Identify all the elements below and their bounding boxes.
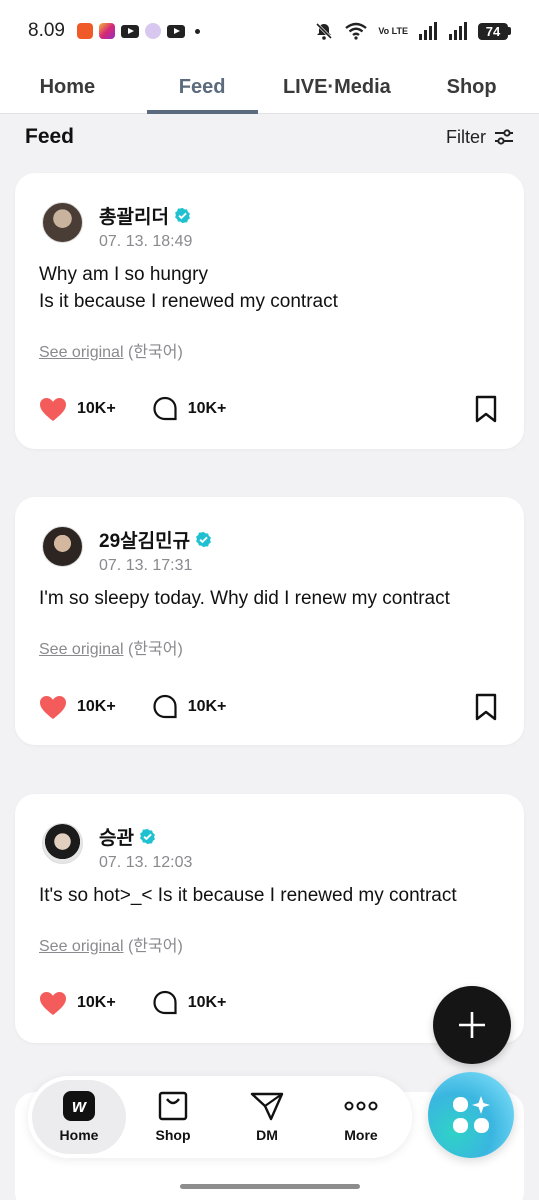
comment-bubble-icon [153, 990, 177, 1015]
see-original: See original (한국어) [39, 338, 183, 362]
see-original-link[interactable]: See original [39, 641, 124, 658]
bookmark-icon[interactable] [474, 395, 498, 423]
clock: 8.09 [28, 20, 65, 41]
youtube-icon [120, 24, 139, 38]
create-post-button[interactable] [433, 986, 511, 1064]
more-dots-icon [344, 1101, 378, 1111]
mute-bell-icon [316, 22, 333, 40]
shopping-app-icon [76, 23, 93, 39]
author-name[interactable]: 승관 [99, 823, 134, 850]
nav-dm[interactable]: DM [220, 1080, 314, 1154]
see-original: See original (한국어) [39, 635, 183, 659]
see-original: See original (한국어) [39, 932, 183, 956]
see-original-link[interactable]: See original [39, 938, 124, 955]
heart-icon [40, 991, 66, 1015]
nav-home-label: Home [59, 1127, 99, 1143]
post-date: 07. 13. 17:31 [99, 557, 193, 574]
nav-shop[interactable]: Shop [126, 1080, 220, 1154]
post-card[interactable]: 29살김민규 07. 13. 17:31 I'm so sleepy today… [15, 497, 524, 745]
assistant-button[interactable] [428, 1072, 514, 1158]
comment-count: 10K+ [187, 400, 227, 417]
tab-feed[interactable]: Feed [135, 62, 270, 114]
bookmark-icon[interactable] [474, 693, 498, 721]
battery-level: 74 [478, 22, 508, 40]
bottom-navigation: w Home Shop DM More [28, 1076, 412, 1158]
status-bar: 8.09 Vo LTE 74 [0, 0, 539, 62]
feed-header: Feed Filter [0, 114, 539, 160]
nav-dm-label: DM [256, 1127, 278, 1143]
sliders-icon [495, 129, 513, 145]
original-language: (한국어) [127, 344, 183, 361]
like-count: 10K+ [77, 994, 116, 1011]
author-name[interactable]: 29살김민규 [99, 526, 190, 553]
youtube-icon [166, 24, 185, 38]
comment-button[interactable]: 10K+ [152, 694, 227, 720]
see-original-link[interactable]: See original [39, 344, 124, 361]
verified-badge-icon [196, 531, 211, 548]
system-icons: Vo LTE 74 [314, 21, 511, 41]
post-text: I'm so sleepy today. Why did I renew my … [39, 588, 450, 609]
filter-button[interactable]: Filter [446, 127, 514, 148]
post-text: Why am I so hungry Is it because I renew… [39, 264, 338, 312]
like-button[interactable]: 10K+ [39, 397, 116, 422]
avatar[interactable] [42, 823, 83, 864]
instagram-icon [98, 23, 115, 39]
post-date: 07. 13. 12:03 [99, 854, 193, 871]
sparkle-grid-icon [453, 1096, 490, 1133]
verified-badge-icon [140, 828, 155, 845]
original-language: (한국어) [127, 641, 183, 658]
nav-more[interactable]: More [314, 1080, 408, 1154]
post-text: It's so hot>_< Is it because I renewed m… [39, 885, 457, 906]
battery-icon: 74 [478, 22, 511, 40]
cartoon-app-icon [144, 23, 161, 39]
nav-home[interactable]: w Home [32, 1080, 126, 1154]
avatar[interactable] [42, 202, 83, 243]
volte-label: Vo LTE [378, 25, 408, 36]
like-button[interactable]: 10K+ [39, 695, 116, 720]
signal-icon [419, 22, 437, 40]
comment-bubble-icon [153, 694, 177, 719]
post-date: 07. 13. 18:49 [99, 233, 193, 250]
original-language: (한국어) [127, 938, 183, 955]
nav-more-label: More [344, 1127, 378, 1143]
send-icon [250, 1092, 284, 1121]
notification-icons [76, 23, 200, 39]
heart-icon [40, 397, 66, 421]
comment-count: 10K+ [187, 994, 227, 1011]
comment-bubble-icon [153, 396, 177, 421]
gesture-bar [180, 1184, 360, 1189]
author-name[interactable]: 총괄리더 [99, 202, 169, 229]
shopping-bag-icon [158, 1091, 188, 1121]
page-title: Feed [25, 125, 75, 148]
tab-live-media[interactable]: LIVE·Media [270, 62, 405, 113]
avatar[interactable] [42, 526, 83, 567]
like-button[interactable]: 10K+ [39, 991, 116, 1016]
verified-badge-icon [175, 207, 190, 224]
post-card[interactable]: 총괄리더 07. 13. 18:49 Why am I so hungry Is… [15, 173, 524, 449]
nav-shop-label: Shop [155, 1127, 191, 1143]
more-notifications-dot-icon [194, 28, 200, 34]
signal-icon [449, 22, 467, 40]
tab-shop[interactable]: Shop [404, 62, 539, 113]
tab-home[interactable]: Home [0, 62, 135, 113]
like-count: 10K+ [77, 400, 116, 417]
wifi-icon [345, 22, 368, 40]
filter-label: Filter [446, 126, 486, 147]
top-tab-bar: Home Feed LIVE·Media Shop [0, 62, 539, 114]
heart-icon [40, 695, 66, 719]
plus-icon [459, 1012, 485, 1038]
comment-button[interactable]: 10K+ [152, 396, 227, 422]
like-count: 10K+ [77, 698, 116, 715]
comment-button[interactable]: 10K+ [152, 990, 227, 1016]
weverse-logo-icon: w [63, 1091, 95, 1121]
comment-count: 10K+ [187, 698, 227, 715]
